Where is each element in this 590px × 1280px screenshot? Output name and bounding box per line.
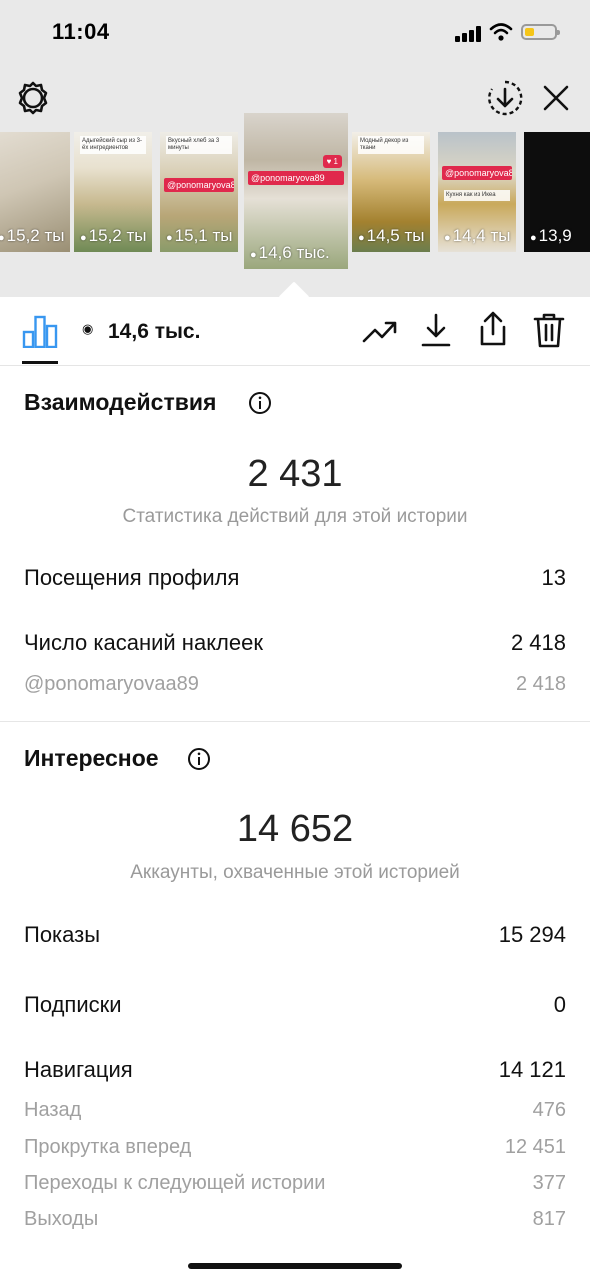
info-icon[interactable]	[187, 747, 211, 771]
impressions-label: Показы	[24, 922, 101, 947]
nav-next-story-value: 377	[532, 1172, 566, 1194]
thumbnail-caption: Кухня как из Икеа	[444, 190, 510, 201]
follows-label: Подписки	[24, 992, 122, 1017]
navigation-label: Навигация	[24, 1057, 133, 1082]
thumbnail-caption: Модный декор из ткани	[358, 136, 424, 154]
story-thumbnail[interactable]: ● 15,2 ты	[0, 132, 70, 252]
nav-exits-label: Выходы	[24, 1208, 99, 1230]
section-divider	[0, 721, 590, 722]
story-thumbnail[interactable]: ● 13,9	[524, 132, 590, 252]
story-thumbnail[interactable]: @ponomaryova89 Кухня как из Икеа ● 14,4 т…	[438, 132, 516, 252]
thumbnail-mention-tag: @ponomaryova89	[442, 166, 512, 180]
story-thumbnails-strip[interactable]: ● 15,2 ты Адыгейский сыр из 3-ёх ингредие…	[0, 113, 590, 270]
tab-underline	[22, 361, 58, 364]
story-thumbnail-active[interactable]: ♥ 1 @ponomaryova89 ● 14,6 тыс.	[244, 113, 348, 269]
navigation-value: 14 121	[498, 1057, 566, 1082]
thumbnail-mention-tag: @ponomaryova89	[248, 171, 344, 185]
thumbnail-views: 13,9	[538, 226, 572, 245]
status-bar: 11:04	[0, 0, 590, 64]
download-circle-icon[interactable]	[486, 79, 524, 117]
signal-icon	[455, 26, 483, 42]
thumbnail-views: 14,5 ты	[366, 226, 425, 245]
chart-tab-icon[interactable]	[22, 314, 58, 348]
interactions-subtitle: Статистика действий для этой истории	[122, 506, 468, 527]
info-icon[interactable]	[248, 391, 272, 415]
profile-visits-value: 13	[541, 565, 566, 590]
sticker-taps-label: Число касаний наклеек	[24, 630, 263, 655]
nav-back-label: Назад	[24, 1099, 82, 1121]
thumbnail-views: 15,1 ты	[174, 226, 233, 245]
save-icon[interactable]	[420, 312, 452, 348]
thumbnail-caption: Адыгейский сыр из 3-ёх ингредиентов	[80, 136, 146, 154]
nav-back-value: 476	[532, 1099, 566, 1121]
interactions-title: Взаимодействия	[24, 389, 217, 415]
profile-visits-label: Посещения профиля	[24, 565, 240, 590]
home-indicator	[188, 1263, 402, 1269]
mention-sticker-value: 2 418	[515, 673, 566, 695]
share-icon[interactable]	[476, 310, 510, 348]
nav-exits-value: 817	[532, 1208, 566, 1230]
nav-forward-value: 12 451	[504, 1136, 566, 1158]
thumbnail-views: 14,6 тыс.	[258, 243, 330, 262]
thumbnail-views: 15,2 ты	[6, 226, 65, 245]
story-thumbnail[interactable]: Адыгейский сыр из 3-ёх ингредиентов ● 15,…	[74, 132, 152, 252]
thumbnail-views: 15,2 ты	[88, 226, 147, 245]
thumbnail-views: 14,4 ты	[452, 226, 511, 245]
thumbnail-mention-tag: @ponomaryova89	[164, 178, 234, 192]
impressions-value: 15 294	[498, 922, 566, 947]
story-views-count: 14,6 тыс.	[108, 320, 201, 343]
trash-icon[interactable]	[532, 311, 566, 349]
interactions-total: 2 431	[247, 453, 343, 495]
nav-forward-label: Прокрутка вперед	[24, 1136, 192, 1158]
discovery-total: 14 652	[236, 808, 354, 850]
like-badge: ♥ 1	[322, 155, 342, 168]
trend-icon[interactable]	[362, 315, 398, 347]
mention-sticker-label[interactable]: @ponomaryovaa89	[24, 673, 199, 696]
battery-icon	[521, 24, 560, 40]
close-icon[interactable]	[540, 82, 572, 114]
settings-icon[interactable]	[15, 80, 51, 116]
story-thumbnail[interactable]: Модный декор из ткани ● 14,5 ты	[352, 132, 430, 252]
story-preview-area: 11:04 ● 15,2 ты Адыгейский сыр из 3-ёх и…	[0, 0, 590, 313]
eye-icon: ◉	[82, 321, 94, 336]
nav-next-story-label: Переходы к следующей истории	[24, 1172, 326, 1194]
thumbnail-caption: Вкусный хлеб за 3 минуты	[166, 136, 232, 154]
follows-value: 0	[553, 992, 566, 1017]
insights-toolbar: ◉ 14,6 тыс.	[0, 297, 590, 366]
story-thumbnail[interactable]: Вкусный хлеб за 3 минуты @ponomaryova89 …	[160, 132, 238, 252]
discovery-title: Интересное	[24, 745, 159, 771]
wifi-icon	[489, 23, 513, 41]
sticker-taps-value: 2 418	[510, 630, 566, 655]
status-time: 11:04	[52, 19, 110, 44]
discovery-subtitle: Аккаунты, охваченные этой историей	[130, 862, 460, 883]
